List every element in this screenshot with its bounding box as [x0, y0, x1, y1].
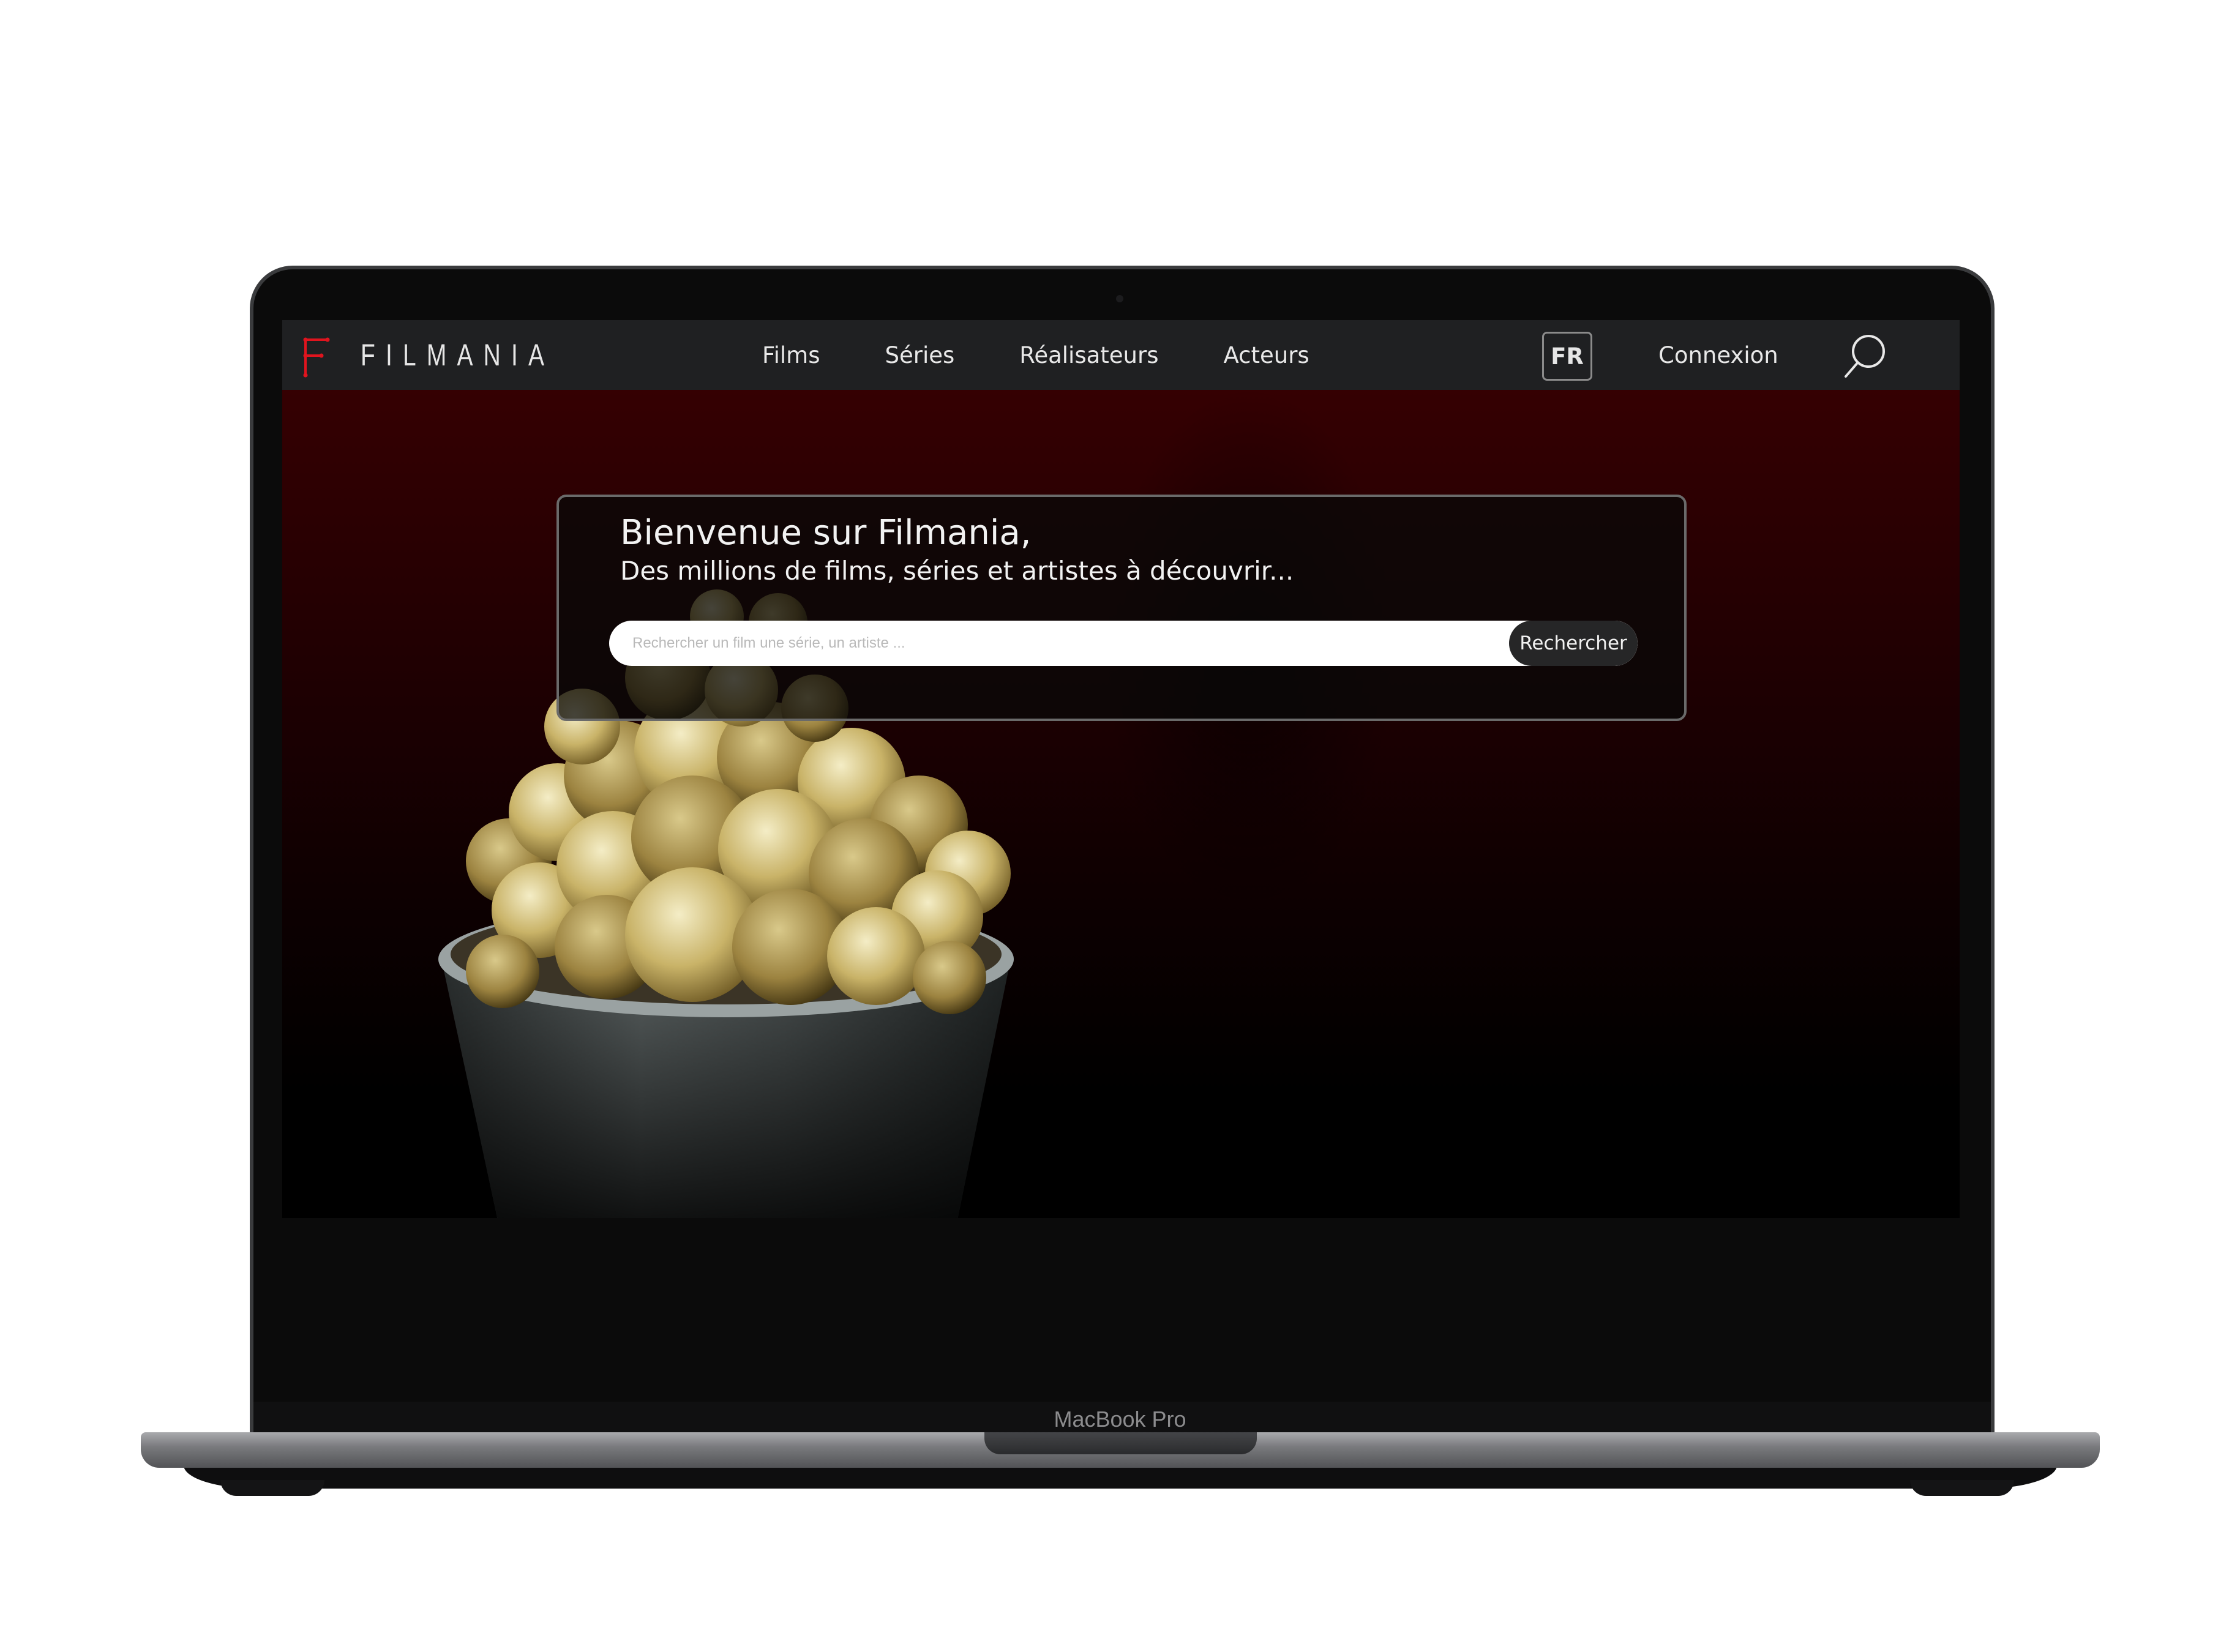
nav-link-actors[interactable]: Acteurs	[1223, 342, 1309, 368]
main-menu: Films Séries Réalisateurs Acteurs	[762, 320, 1309, 390]
device-model-label: MacBook Pro	[1054, 1407, 1186, 1432]
welcome-subtitle: Des millions de films, séries et artiste…	[620, 556, 1294, 586]
film-reel-f-icon[interactable]	[301, 337, 330, 378]
welcome-title: Bienvenue sur Filmania,	[620, 513, 1032, 553]
search-button[interactable]: Rechercher	[1509, 621, 1638, 666]
search-input[interactable]	[609, 621, 1509, 666]
brand-wordmark[interactable]: FILMANIA	[361, 337, 555, 373]
nav-link-series[interactable]: Séries	[885, 342, 954, 368]
laptop-screen: FILMANIA Films Séries Réalisateurs Acteu…	[282, 320, 1960, 1218]
laptop-base-underside	[184, 1465, 2057, 1489]
nav-link-directors[interactable]: Réalisateurs	[1019, 342, 1158, 368]
welcome-panel: Bienvenue sur Filmania, Des millions de …	[556, 495, 1687, 721]
search-icon[interactable]	[1841, 331, 1890, 380]
laptop-foot	[1910, 1480, 2014, 1496]
nav-link-films[interactable]: Films	[762, 342, 820, 368]
laptop-foot	[220, 1480, 324, 1496]
search-bar: Rechercher	[609, 621, 1638, 666]
language-button[interactable]: FR	[1542, 332, 1592, 381]
mockup-stage: FILMANIA Films Séries Réalisateurs Acteu…	[0, 0, 2240, 1652]
webcam	[1116, 295, 1123, 302]
login-link[interactable]: Connexion	[1658, 320, 1778, 390]
lid-opening-notch	[984, 1432, 1257, 1454]
top-navbar: FILMANIA Films Séries Réalisateurs Acteu…	[282, 320, 1960, 390]
